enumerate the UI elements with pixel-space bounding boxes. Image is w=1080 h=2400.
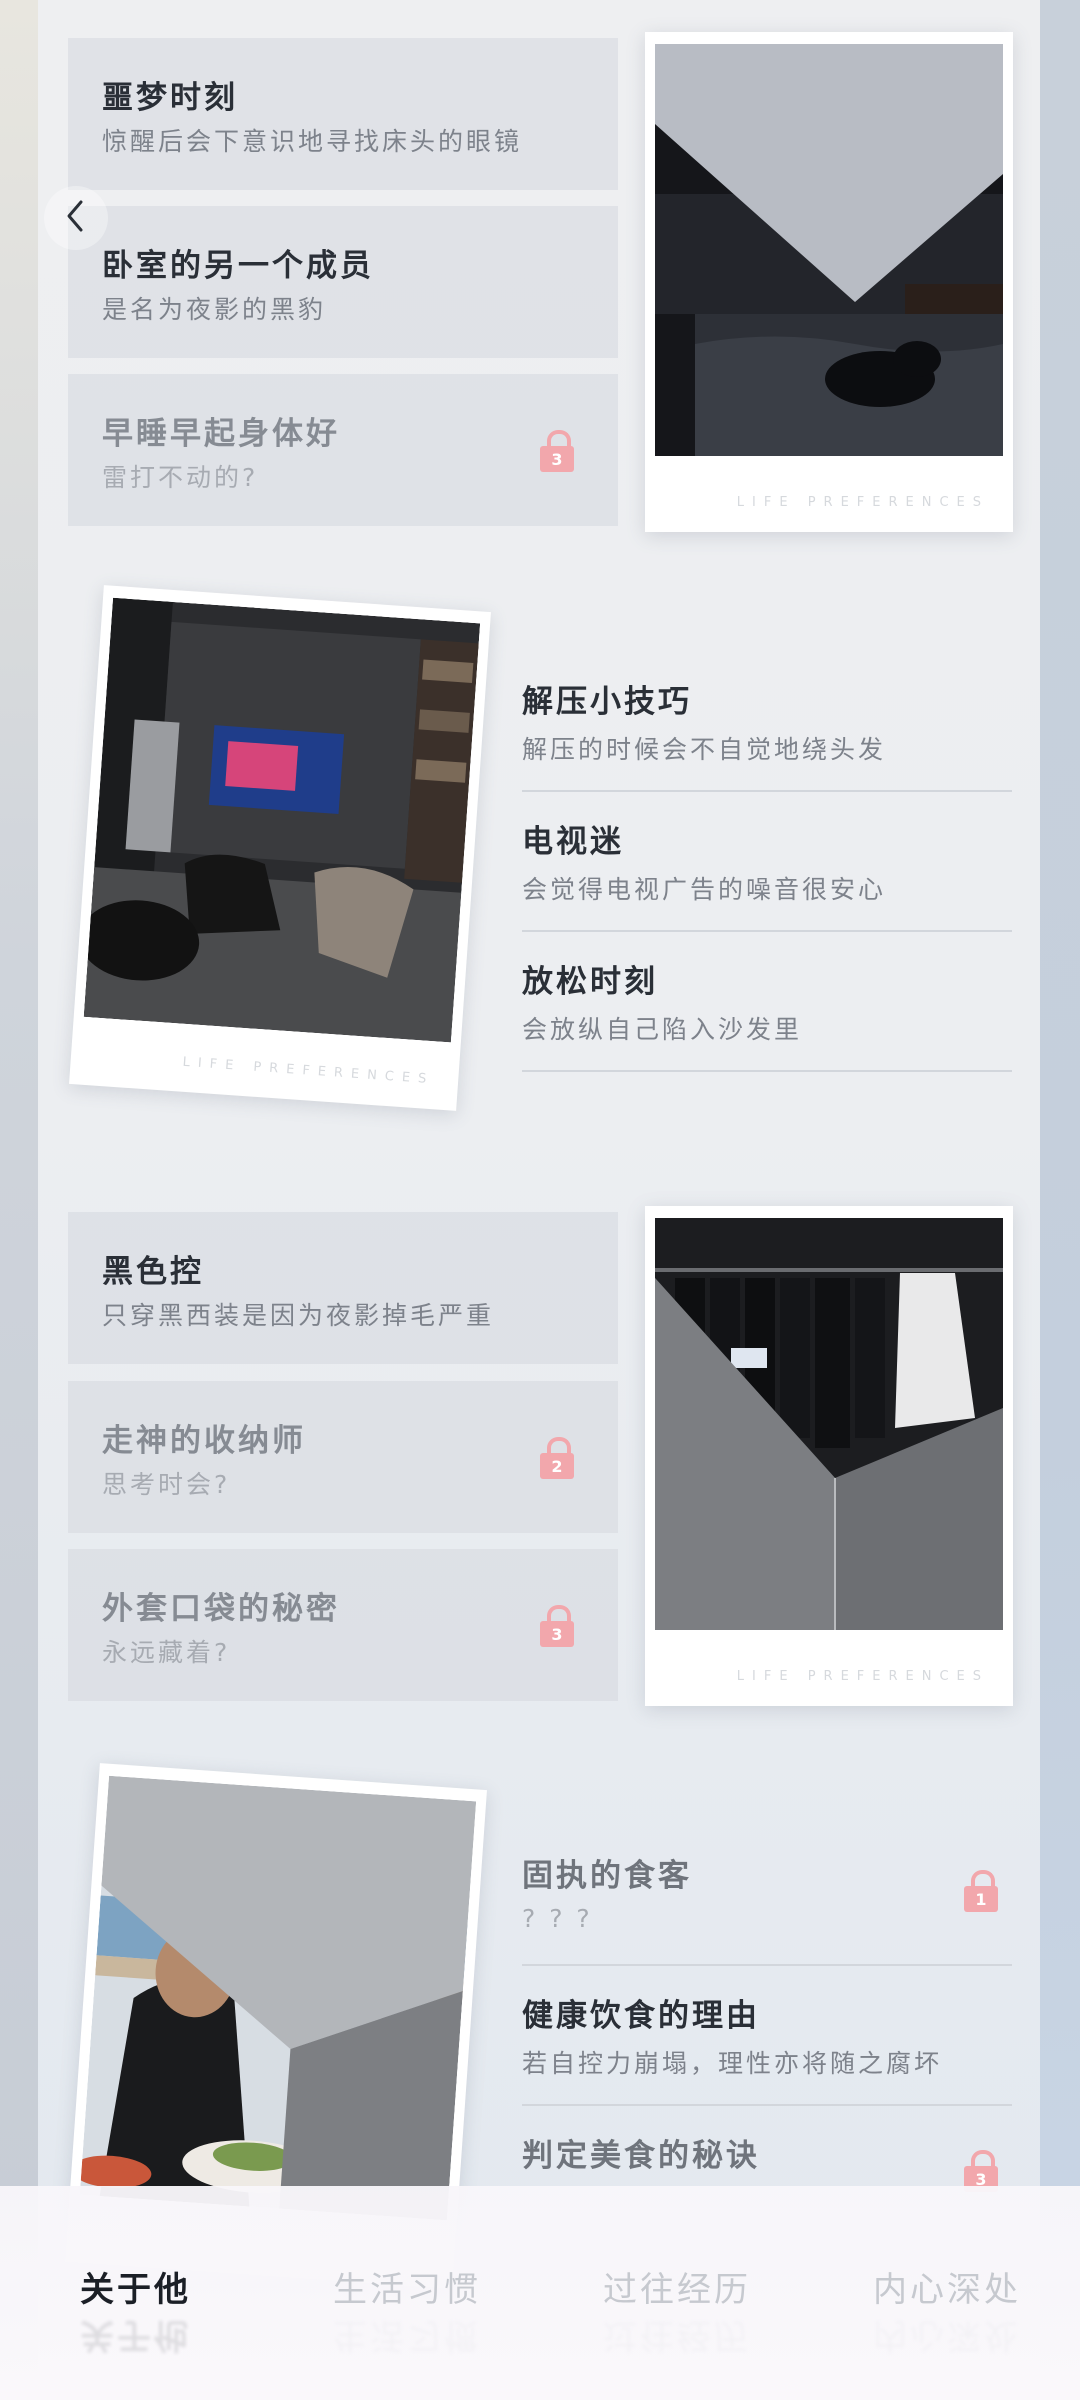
tab-label: 内心深处 bbox=[873, 2270, 1021, 2310]
tab-label-reflection: 生活习惯 bbox=[333, 2315, 481, 2355]
card-title: 卧室的另一个成员 bbox=[102, 248, 374, 284]
card-subtitle: 思考时会? bbox=[102, 1470, 231, 1499]
photo-caption: LIFE PREFERENCES bbox=[736, 1669, 989, 1684]
row-subtitle: 会觉得电视广告的噪音很安心 bbox=[522, 875, 887, 904]
row-relax-moment[interactable]: 放松时刻 会放纵自己陷入沙发里 bbox=[522, 952, 1012, 1072]
photo-card-bedroom[interactable]: LIFE PREFERENCES bbox=[645, 32, 1013, 532]
lock-icon: 2 bbox=[540, 1437, 574, 1479]
row-subtitle: 若自控力崩塌，理性亦将随之腐坏 bbox=[522, 2049, 943, 2078]
lock-icon: 1 bbox=[964, 1870, 998, 1912]
lock-icon: 3 bbox=[540, 1605, 574, 1647]
card-early-sleep-locked[interactable]: 早睡早起身体好 雷打不动的? 3 bbox=[68, 374, 618, 526]
photo-card-wardrobe[interactable]: LIFE PREFERENCES bbox=[645, 1206, 1013, 1706]
tab-past-experience[interactable]: 过往经历 过往经历 bbox=[603, 2262, 751, 2355]
row-title: 健康饮食的理由 bbox=[522, 1998, 760, 2034]
tab-label-reflection: 过往经历 bbox=[603, 2315, 751, 2355]
photo-caption: LIFE PREFERENCES bbox=[736, 495, 989, 510]
row-title: 固执的食客 bbox=[522, 1858, 692, 1894]
card-subtitle: 只穿黑西装是因为夜影掉毛严重 bbox=[102, 1301, 495, 1330]
background-edge-right bbox=[1040, 0, 1080, 2400]
card-title: 早睡早起身体好 bbox=[102, 416, 340, 452]
dining-image bbox=[79, 1775, 477, 2221]
wardrobe-image bbox=[655, 1218, 1003, 1630]
row-title: 放松时刻 bbox=[522, 964, 658, 1000]
card-title: 外套口袋的秘密 bbox=[102, 1591, 340, 1627]
tab-label: 生活习惯 bbox=[333, 2270, 481, 2310]
row-tv-fan[interactable]: 电视迷 会觉得电视广告的噪音很安心 bbox=[522, 812, 1012, 932]
tab-label-reflection: 关于他 bbox=[80, 2315, 191, 2355]
living-room-image bbox=[83, 597, 481, 1043]
row-stress-relief[interactable]: 解压小技巧 解压的时候会不自觉地绕头发 bbox=[522, 672, 1012, 792]
card-subtitle: 雷打不动的? bbox=[102, 463, 259, 492]
row-title: 解压小技巧 bbox=[522, 684, 692, 720]
card-title: 黑色控 bbox=[102, 1254, 204, 1290]
chevron-left-icon bbox=[63, 198, 89, 238]
row-subtitle: 解压的时候会不自觉地绕头发 bbox=[522, 735, 887, 764]
card-subtitle: 永远藏着? bbox=[102, 1638, 231, 1667]
card-coat-pocket-secret-locked[interactable]: 外套口袋的秘密 永远藏着? 3 bbox=[68, 1549, 618, 1701]
tab-label-reflection: 内心深处 bbox=[873, 2315, 1021, 2355]
tab-inner-heart[interactable]: 内心深处 内心深处 bbox=[873, 2262, 1021, 2355]
photo-caption: LIFE PREFERENCES bbox=[182, 1054, 435, 1088]
tab-label: 关于他 bbox=[80, 2270, 191, 2310]
row-stubborn-eater-locked[interactable]: 固执的食客 ? ? ? 1 bbox=[522, 1846, 1012, 1966]
bedroom-panther-image bbox=[655, 44, 1003, 456]
row-title: 判定美食的秘诀 bbox=[522, 2138, 760, 2174]
card-title: 噩梦时刻 bbox=[102, 80, 238, 116]
card-subtitle: 惊醒后会下意识地寻找床头的眼镜 bbox=[102, 127, 523, 156]
card-black-lover[interactable]: 黑色控 只穿黑西装是因为夜影掉毛严重 bbox=[68, 1212, 618, 1364]
card-subtitle: 是名为夜影的黑豹 bbox=[102, 295, 327, 324]
card-title: 走神的收纳师 bbox=[102, 1423, 306, 1459]
tab-label: 过往经历 bbox=[603, 2270, 751, 2310]
lock-icon: 3 bbox=[540, 430, 574, 472]
row-subtitle: ? ? ? bbox=[522, 1904, 593, 1933]
row-subtitle: 会放纵自己陷入沙发里 bbox=[522, 1015, 803, 1044]
photo-card-living-room[interactable]: LIFE PREFERENCES bbox=[69, 585, 491, 1111]
background-edge-left bbox=[0, 0, 38, 2400]
card-wandering-organizer-locked[interactable]: 走神的收纳师 思考时会? 2 bbox=[68, 1381, 618, 1533]
row-healthy-diet-reason[interactable]: 健康饮食的理由 若自控力崩塌，理性亦将随之腐坏 bbox=[522, 1986, 1012, 2106]
back-button[interactable] bbox=[44, 186, 108, 250]
tab-about-him[interactable]: 关于他 关于他 bbox=[80, 2262, 191, 2355]
tab-habits[interactable]: 生活习惯 生活习惯 bbox=[333, 2262, 481, 2355]
row-title: 电视迷 bbox=[522, 824, 624, 860]
card-nightmare-moment[interactable]: 噩梦时刻 惊醒后会下意识地寻找床头的眼镜 bbox=[68, 38, 618, 190]
card-bedroom-member[interactable]: 卧室的另一个成员 是名为夜影的黑豹 bbox=[68, 206, 618, 358]
bottom-tab-bar: 关于他 关于他 生活习惯 生活习惯 过往经历 过往经历 内心深处 内心深处 bbox=[0, 2186, 1080, 2400]
